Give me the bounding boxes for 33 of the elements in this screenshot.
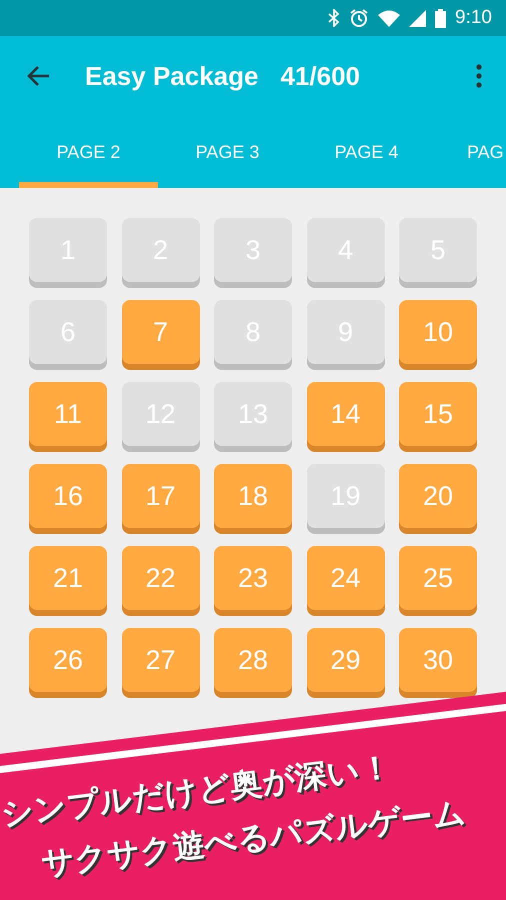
progress-count: 41/600: [280, 60, 361, 92]
screen-title: Easy Package: [85, 60, 258, 92]
back-arrow-icon[interactable]: [26, 65, 50, 87]
wifi-icon: [378, 10, 400, 26]
bluetooth-icon: [328, 9, 340, 27]
level-tile[interactable]: 15: [399, 382, 477, 446]
page-tab[interactable]: PAGE 2: [19, 116, 158, 188]
level-tile[interactable]: 26: [29, 628, 107, 692]
page-tab[interactable]: PAG: [436, 116, 504, 188]
more-options-icon[interactable]: [476, 64, 482, 88]
level-tile[interactable]: 22: [122, 546, 200, 610]
level-tile[interactable]: 7: [122, 300, 200, 364]
signal-icon: [409, 10, 426, 26]
level-tile[interactable]: 29: [306, 628, 384, 692]
level-tile[interactable]: 18: [214, 464, 292, 528]
level-tile[interactable]: 27: [122, 628, 200, 692]
level-tile[interactable]: 28: [214, 628, 292, 692]
alarm-icon: [349, 8, 370, 28]
level-tile[interactable]: 17: [122, 464, 200, 528]
level-tile[interactable]: 20: [399, 464, 477, 528]
level-tile[interactable]: 16: [29, 464, 107, 528]
status-time: 9:10: [455, 7, 492, 29]
level-tile[interactable]: 24: [306, 546, 384, 610]
page-tab[interactable]: PAGE 3: [158, 116, 297, 188]
level-tile[interactable]: 14: [306, 382, 384, 446]
level-tile[interactable]: 30: [399, 628, 477, 692]
level-tile[interactable]: 25: [399, 546, 477, 610]
level-tile[interactable]: 21: [29, 546, 107, 610]
page-tab[interactable]: PAGE 4: [297, 116, 436, 188]
level-tile[interactable]: 10: [399, 300, 477, 364]
level-tile[interactable]: 11: [29, 382, 107, 446]
battery-icon: [435, 8, 446, 28]
level-tile[interactable]: 23: [214, 546, 292, 610]
